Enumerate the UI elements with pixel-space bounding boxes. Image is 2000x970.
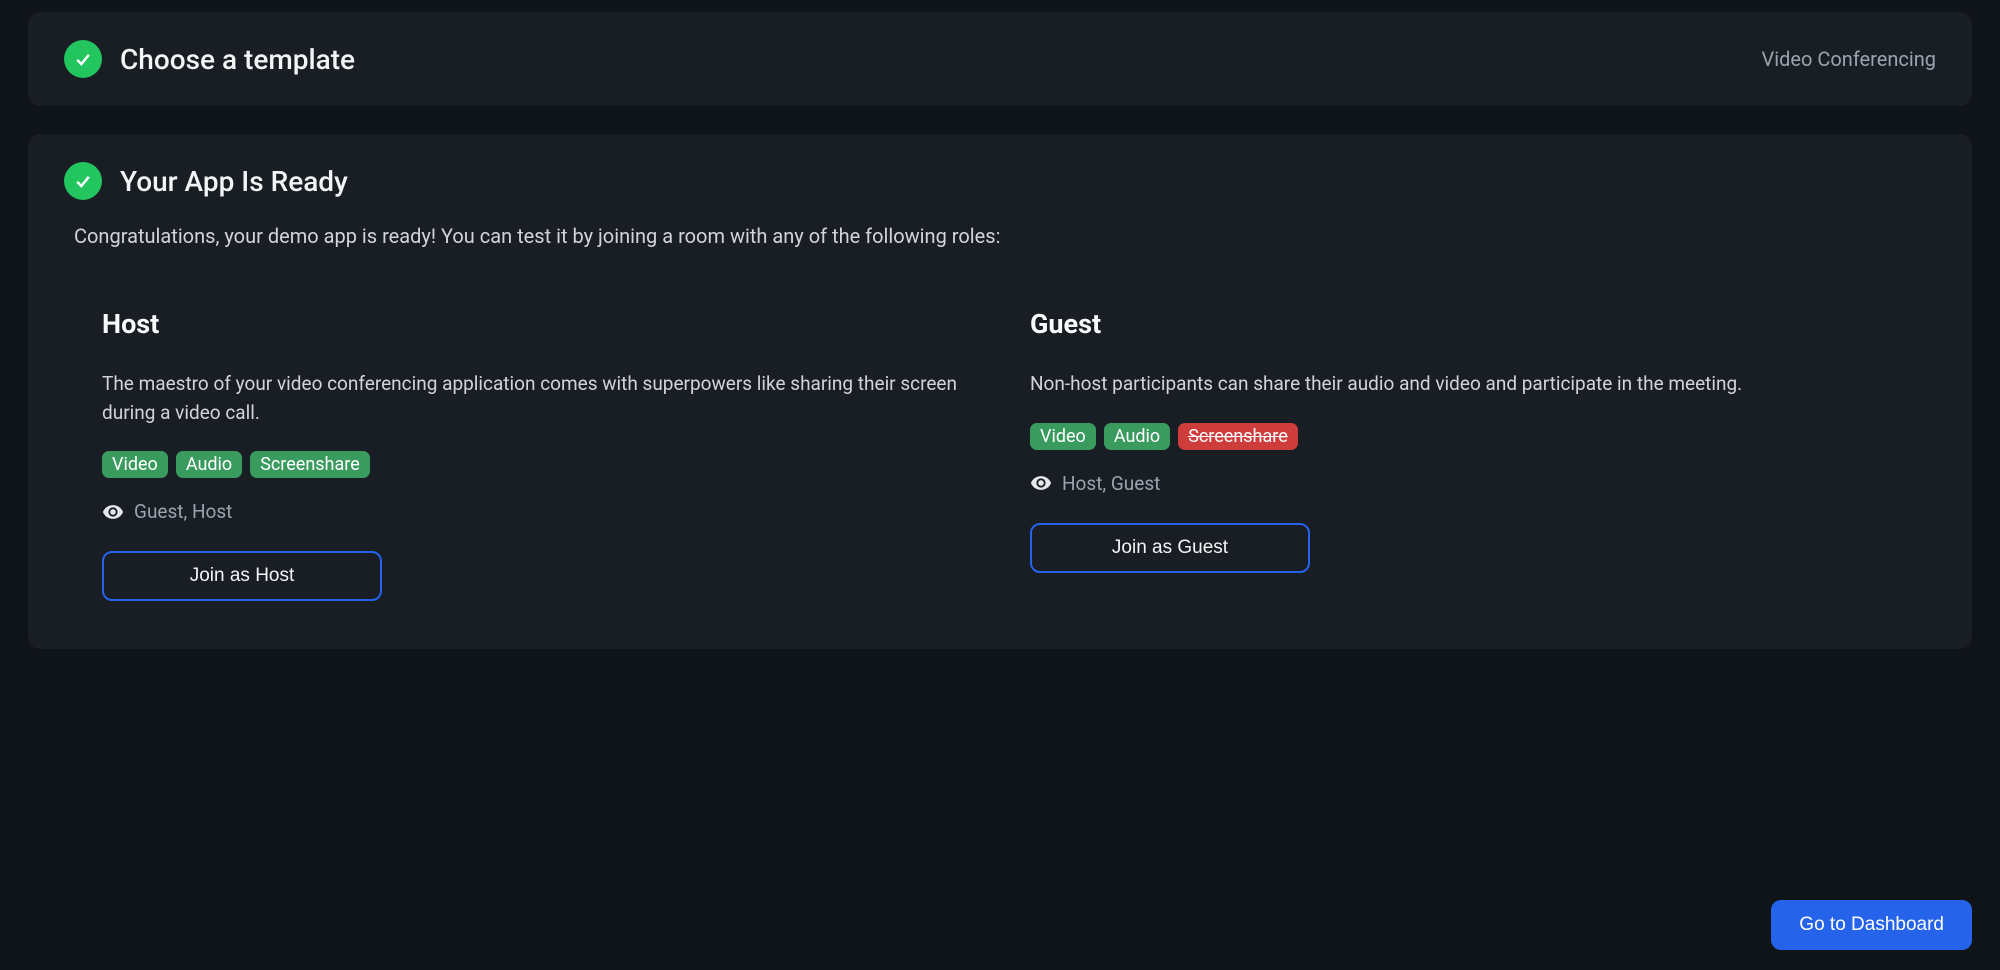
host-tags: Video Audio Screenshare [102, 451, 970, 478]
tag-screenshare: Screenshare [1178, 423, 1298, 450]
role-guest-card: Guest Non-host participants can share th… [1030, 308, 1898, 601]
visibility-row: Host, Guest [1030, 472, 1898, 495]
role-description: The maestro of your video conferencing a… [102, 370, 970, 427]
tag-audio: Audio [1104, 423, 1170, 450]
step-template-card: Choose a template Video Conferencing [28, 12, 1972, 106]
header-left: Your App Is Ready [64, 162, 1936, 200]
go-to-dashboard-button[interactable]: Go to Dashboard [1771, 900, 1972, 950]
visibility-row: Guest, Host [102, 500, 970, 523]
role-description: Non-host participants can share their au… [1030, 370, 1898, 399]
eye-icon [1030, 472, 1052, 494]
step-ready-card: Your App Is Ready Congratulations, your … [28, 134, 1972, 649]
header-left: Choose a template [64, 40, 355, 78]
tag-video: Video [102, 451, 168, 478]
congrats-text: Congratulations, your demo app is ready!… [74, 224, 1936, 248]
eye-icon [102, 501, 124, 523]
guest-tags: Video Audio Screenshare [1030, 423, 1898, 450]
tag-audio: Audio [176, 451, 242, 478]
step-title: Your App Is Ready [120, 165, 348, 198]
selected-template: Video Conferencing [1762, 47, 1937, 71]
roles-container: Host The maestro of your video conferenc… [64, 308, 1936, 621]
visibility-text: Guest, Host [134, 500, 232, 523]
role-host-card: Host The maestro of your video conferenc… [102, 308, 970, 601]
tag-screenshare: Screenshare [250, 451, 370, 478]
check-icon [64, 40, 102, 78]
role-title: Guest [1030, 308, 1898, 340]
step-title: Choose a template [120, 43, 355, 76]
step-header: Choose a template Video Conferencing [64, 40, 1936, 78]
join-host-button[interactable]: Join as Host [102, 551, 382, 601]
visibility-text: Host, Guest [1062, 472, 1160, 495]
check-icon [64, 162, 102, 200]
tag-video: Video [1030, 423, 1096, 450]
role-title: Host [102, 308, 970, 340]
join-guest-button[interactable]: Join as Guest [1030, 523, 1310, 573]
